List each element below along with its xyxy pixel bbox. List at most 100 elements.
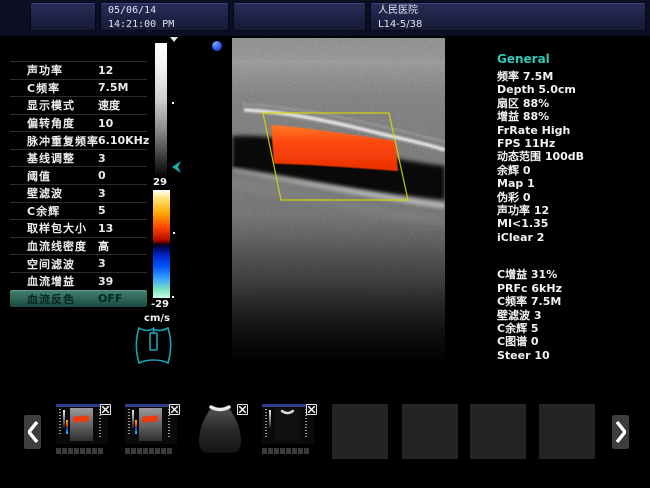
- close-icon: [239, 406, 246, 413]
- b-mode-readout-line: 扇区 88%: [497, 97, 647, 110]
- parameter-row[interactable]: 阈值 0: [10, 166, 147, 184]
- thumb-graybar: [63, 410, 65, 428]
- parameter-value: 3: [98, 257, 106, 270]
- parameter-row[interactable]: 壁滤波 3: [10, 184, 147, 202]
- parameter-row[interactable]: C频率 7.5M: [10, 79, 147, 97]
- parameter-row[interactable]: 偏转角度 10: [10, 114, 147, 132]
- parameter-row[interactable]: 显示模式 速度: [10, 96, 147, 114]
- date-text: 05/06/14: [108, 4, 221, 18]
- close-thumbnail-button[interactable]: [306, 404, 317, 415]
- parameter-value: 6.10KHz: [98, 134, 149, 147]
- b-mode-readout-line: 频率 7.5M: [497, 70, 647, 83]
- thumb-graybar: [269, 410, 271, 428]
- scale-dot: [172, 296, 174, 298]
- scale-dot: [172, 102, 174, 104]
- parameter-label: C频率: [27, 80, 60, 96]
- parameter-row[interactable]: 基线调整 3: [10, 149, 147, 167]
- scroll-left-button[interactable]: [24, 415, 41, 449]
- thumb-bmode: [70, 408, 93, 441]
- empty-thumbnail-slot: [470, 404, 526, 459]
- parameter-value: 3: [98, 152, 106, 165]
- color-mode-readout-line: C增益 31%: [497, 268, 647, 281]
- parameter-value: 10: [98, 117, 113, 130]
- parameter-value: OFF: [98, 292, 122, 305]
- close-icon: [102, 406, 109, 413]
- close-thumbnail-button[interactable]: [169, 404, 180, 415]
- thumb-sector-arc: [275, 408, 300, 422]
- color-mode-readout-line: Steer 10: [497, 349, 647, 362]
- parameter-row[interactable]: 脉冲重复频率 6.10KHz: [10, 131, 147, 149]
- close-thumbnail-button[interactable]: [100, 404, 111, 415]
- operator-field: [233, 2, 366, 31]
- parameter-label: 基线调整: [27, 150, 75, 166]
- color-mode-readout-line: C余辉 5: [497, 322, 647, 335]
- parameter-row[interactable]: 取样包大小 13: [10, 219, 147, 237]
- parameter-value: 0: [98, 169, 106, 182]
- parameter-value: 39: [98, 275, 113, 288]
- b-mode-readout-line: MI<1.35: [497, 217, 647, 230]
- parameter-value: 7.5M: [98, 81, 128, 94]
- thumb-bmode: [139, 408, 162, 441]
- top-status-bar: 05/06/14 14:21:00 PM 人民医院 L14-5/38: [0, 0, 650, 36]
- color-mode-readout-line: C图谱 0: [497, 335, 647, 348]
- b-mode-readout-line: 声功率 12: [497, 204, 647, 217]
- parameter-value: 高: [98, 238, 109, 254]
- scroll-right-button[interactable]: [612, 415, 629, 449]
- parameter-label: 空间滤波: [27, 256, 75, 272]
- focus-arrow-icon: [172, 161, 181, 173]
- parameter-label: 脉冲重复频率: [27, 133, 99, 149]
- readout-panel: General 频率 7.5MDepth 5.0cm扇区 88%增益 88%Fr…: [497, 52, 647, 362]
- b-mode-readout-line: iClear 2: [497, 231, 647, 244]
- chevron-left-icon: [28, 421, 38, 443]
- color-mode-readout-line: 壁滤波 3: [497, 309, 647, 322]
- readout-title: General: [497, 52, 647, 66]
- b-mode-readout-line: Depth 5.0cm: [497, 83, 647, 96]
- ultrasound-image[interactable]: [232, 38, 445, 365]
- scale-dot: [173, 232, 175, 234]
- parameter-label: C余辉: [27, 203, 60, 219]
- datetime-field: 05/06/14 14:21:00 PM: [100, 2, 229, 31]
- parameter-label: 显示模式: [27, 97, 75, 113]
- parameter-label: 血流增益: [27, 273, 75, 289]
- scale-top-marker-icon: [170, 37, 178, 42]
- ultrasound-console-screen: 05/06/14 14:21:00 PM 人民医院 L14-5/38 声功率 1…: [0, 0, 650, 488]
- close-thumbnail-button[interactable]: [237, 404, 248, 415]
- thumb-colorbar: [135, 420, 137, 434]
- patient-id-field: [30, 2, 96, 31]
- hospital-probe-field: 人民医院 L14-5/38: [370, 2, 646, 31]
- b-mode-readout-line: 动态范围 100dB: [497, 150, 647, 163]
- film-strip: [0, 398, 650, 468]
- close-icon: [171, 406, 178, 413]
- grayscale-bar: [155, 43, 167, 177]
- parameter-row[interactable]: C余辉 5: [10, 202, 147, 220]
- empty-thumbnail-slot: [539, 404, 595, 459]
- chevron-right-icon: [616, 421, 626, 443]
- parameter-row[interactable]: 空间滤波 3: [10, 254, 147, 272]
- parameter-row[interactable]: 血流反色 OFF: [10, 290, 147, 308]
- parameter-panel: 声功率 12 C频率 7.5M 显示模式 速度 偏转角度 10 脉冲重复频率 6…: [10, 61, 147, 307]
- parameter-row[interactable]: 声功率 12: [10, 61, 147, 79]
- parameter-row[interactable]: 血流增益 39: [10, 272, 147, 290]
- parameter-label: 阈值: [27, 168, 51, 184]
- color-doppler-bar: [153, 190, 170, 298]
- thumb-text-specks: [265, 409, 267, 437]
- parameter-label: 血流线密度: [27, 238, 87, 254]
- body-marker-icon: [131, 321, 175, 369]
- empty-thumbnail-slot: [402, 404, 458, 459]
- parameter-label: 取样包大小: [27, 220, 87, 236]
- orientation-marker-icon: [212, 41, 222, 51]
- close-icon: [308, 406, 315, 413]
- thumb-text-specks: [59, 409, 61, 435]
- b-mode-readout-line: FrRate High: [497, 124, 647, 137]
- parameter-value: 5: [98, 204, 106, 217]
- thumb-ministrip: [56, 448, 108, 455]
- velocity-min-label: -29: [144, 299, 176, 310]
- parameter-label: 声功率: [27, 62, 63, 78]
- probe-model: L14-5/38: [378, 18, 638, 32]
- b-mode-readout-line: Map 1: [497, 177, 647, 190]
- parameter-value: 13: [98, 222, 113, 235]
- parameter-label: 偏转角度: [27, 115, 75, 131]
- parameter-value: 速度: [98, 97, 120, 113]
- thumb-colorbar: [66, 420, 68, 434]
- parameter-row[interactable]: 血流线密度 高: [10, 237, 147, 255]
